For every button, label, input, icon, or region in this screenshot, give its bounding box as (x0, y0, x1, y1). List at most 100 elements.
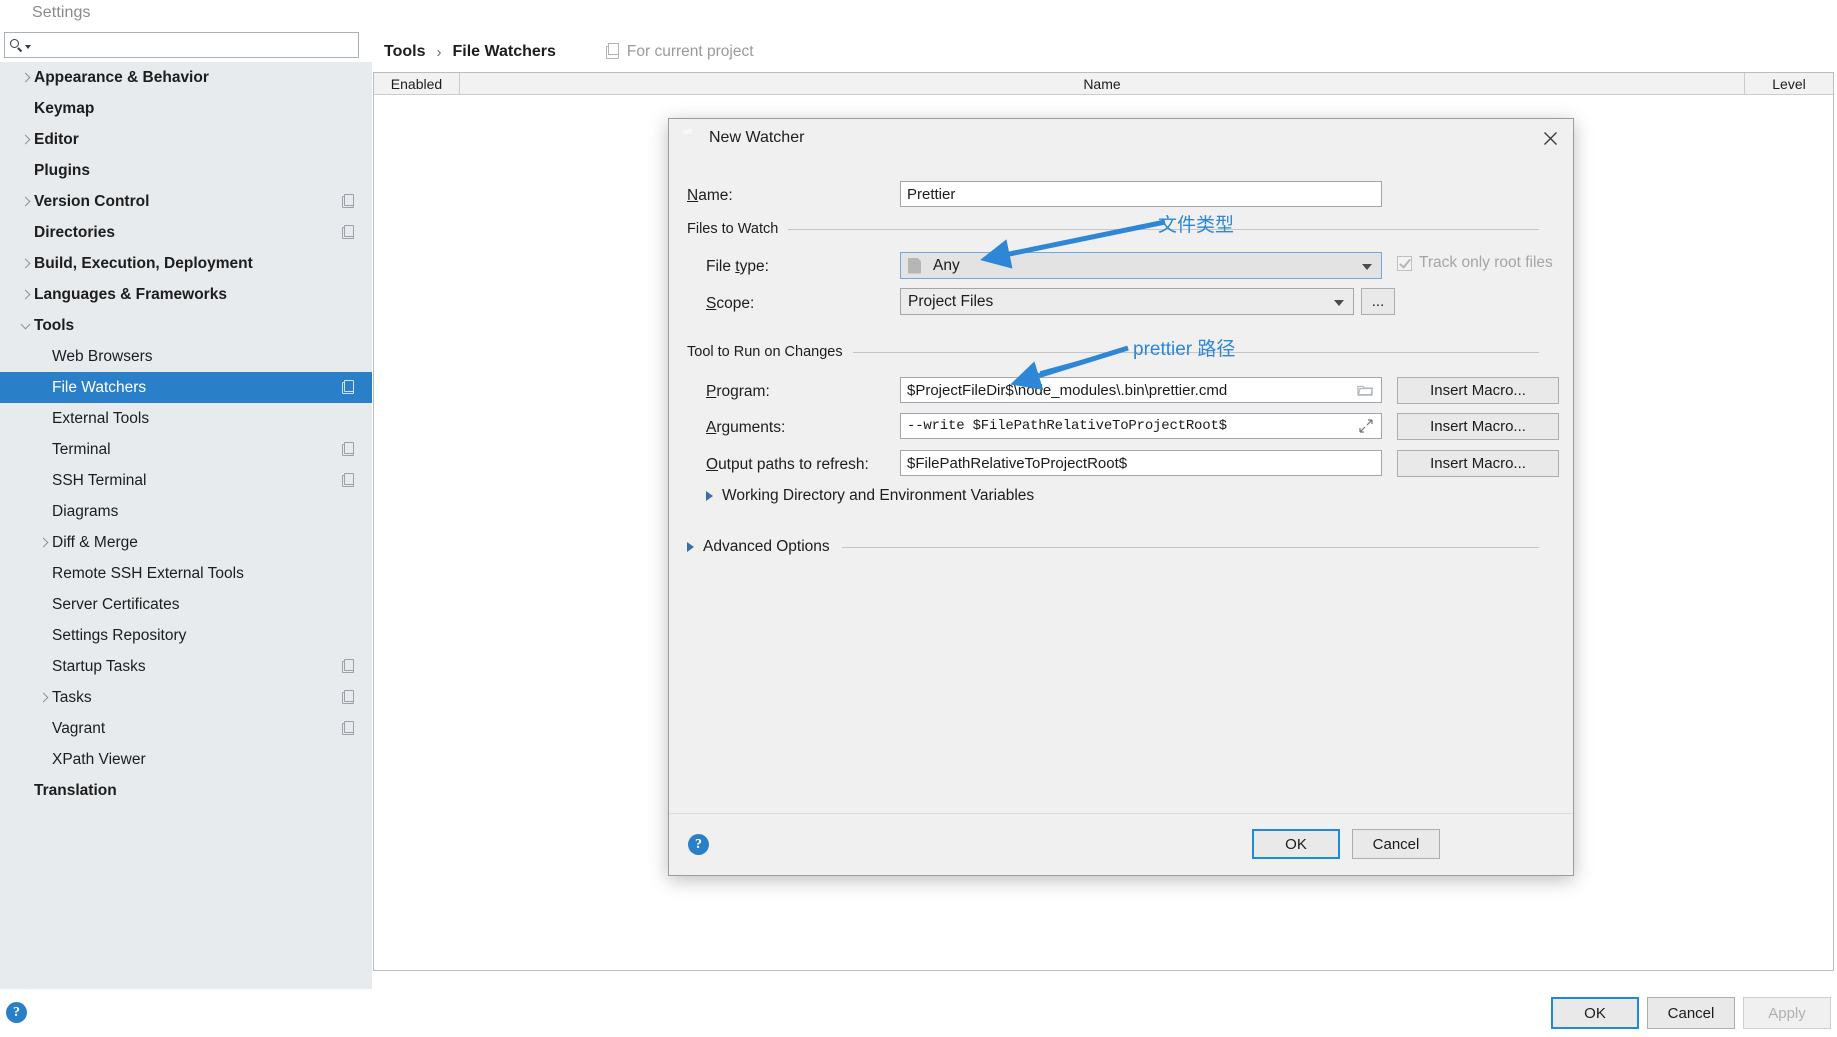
sidebar-item-label: Tasks (52, 689, 92, 707)
scope-browse-button[interactable]: ... (1361, 288, 1395, 315)
project-scope-icon (342, 475, 354, 487)
sidebar-item-server-certificates[interactable]: Server Certificates (0, 589, 372, 620)
sidebar-item-keymap[interactable]: Keymap (0, 93, 372, 124)
help-icon: ? (6, 1002, 27, 1023)
new-watcher-dialog: New Watcher Name: Prettier Files to Watc… (668, 118, 1574, 876)
sidebar-item-label: Web Browsers (52, 348, 153, 366)
track-only-root-files-checkbox: Track only root files (1397, 254, 1553, 272)
output-paths-label: Output paths to refresh: (706, 456, 869, 474)
advanced-options-section-toggle[interactable]: Advanced Options (687, 538, 1539, 556)
chevron-right-icon[interactable] (16, 198, 34, 205)
chevron-right-icon[interactable] (16, 260, 34, 267)
sidebar-item-label: Editor (34, 131, 79, 149)
sidebar-item-diff-merge[interactable]: Diff & Merge (0, 527, 372, 558)
sidebar-item-vagrant[interactable]: Vagrant (0, 713, 372, 744)
checkmark-icon (1397, 256, 1412, 271)
sidebar-item-file-watchers[interactable]: File Watchers (0, 372, 372, 403)
tool-to-run-group-header: Tool to Run on Changes (687, 344, 1539, 360)
close-icon[interactable] (1533, 123, 1567, 153)
sidebar-item-startup-tasks[interactable]: Startup Tasks (0, 651, 372, 682)
sidebar-item-label: Terminal (52, 441, 111, 459)
program-insert-macro-button[interactable]: Insert Macro... (1397, 377, 1559, 404)
sidebar-item-tasks[interactable]: Tasks (0, 682, 372, 713)
name-label-row: Name: (687, 183, 733, 209)
sidebar-item-directories[interactable]: Directories (0, 217, 372, 248)
settings-sidebar-tree[interactable]: Appearance & BehaviorKeymap Editor Plugins… (0, 62, 372, 989)
dialog-cancel-button[interactable]: Cancel (1352, 829, 1440, 859)
sidebar-item-appearance-behavior[interactable]: Appearance & Behavior (0, 62, 372, 93)
settings-window: Settings Appearance & BehaviorKeymap Edit… (0, 0, 1837, 1037)
sidebar-item-plugins[interactable]: Plugins (0, 155, 372, 186)
chevron-right-icon[interactable] (34, 539, 52, 546)
breadcrumb-current: File Watchers (452, 43, 555, 61)
folder-icon[interactable] (1357, 383, 1373, 397)
arguments-input[interactable]: --write $FilePathRelativeToProjectRoot$ (900, 413, 1382, 439)
webstorm-logo-icon (681, 129, 700, 148)
output-paths-insert-macro-button[interactable]: Insert Macro... (1397, 450, 1559, 477)
sidebar-item-ssh-terminal[interactable]: SSH Terminal (0, 465, 372, 496)
group-divider (842, 547, 1539, 548)
project-scope-icon (342, 196, 354, 208)
settings-search-box[interactable] (4, 32, 359, 58)
settings-ok-button[interactable]: OK (1551, 997, 1639, 1029)
search-row (0, 30, 365, 60)
files-to-watch-label: Files to Watch (687, 221, 788, 237)
sidebar-item-external-tools[interactable]: External Tools (0, 403, 372, 434)
chevron-right-icon[interactable] (16, 136, 34, 143)
dialog-help-button[interactable]: ? (688, 834, 709, 855)
scope-value: Project Files (908, 293, 993, 311)
table-header-row: Enabled Name Level (374, 73, 1833, 95)
working-directory-section-toggle[interactable]: Working Directory and Environment Variab… (706, 487, 1034, 505)
output-paths-input[interactable]: $FilePathRelativeToProjectRoot$ (900, 450, 1382, 476)
working-directory-section-label: Working Directory and Environment Variab… (722, 487, 1034, 505)
settings-action-buttons: OK Cancel Apply (1551, 997, 1831, 1029)
arguments-label-row: Arguments: (706, 415, 785, 441)
dialog-ok-button[interactable]: OK (1252, 829, 1340, 859)
sidebar-item-label: SSH Terminal (52, 472, 146, 490)
sidebar-item-translation[interactable]: Translation (0, 775, 372, 806)
sidebar-item-diagrams[interactable]: Diagrams (0, 496, 372, 527)
sidebar-item-label: Remote SSH External Tools (52, 565, 244, 583)
sidebar-item-terminal[interactable]: Terminal (0, 434, 372, 465)
settings-cancel-button[interactable]: Cancel (1647, 997, 1735, 1029)
column-header-enabled[interactable]: Enabled (374, 73, 460, 94)
project-scope-icon (342, 723, 354, 735)
search-input[interactable] (31, 34, 351, 56)
breadcrumb-parent[interactable]: Tools (384, 43, 425, 61)
sidebar-item-xpath-viewer[interactable]: XPath Viewer (0, 744, 372, 775)
file-type-label: File type: (706, 258, 769, 276)
window-title: Settings (32, 4, 91, 22)
sidebar-item-tools[interactable]: Tools (0, 310, 372, 341)
output-paths-label-row: Output paths to refresh: (706, 452, 869, 478)
sidebar-item-remote-ssh-external-tools[interactable]: Remote SSH External Tools (0, 558, 372, 589)
arguments-insert-macro-button[interactable]: Insert Macro... (1397, 413, 1559, 440)
settings-bottom-bar: ? OK Cancel Apply (0, 989, 1837, 1037)
chevron-down-icon (1362, 264, 1372, 270)
settings-help-button[interactable]: ? (6, 1002, 27, 1023)
chevron-right-icon[interactable] (16, 291, 34, 298)
column-header-level[interactable]: Level (1745, 73, 1833, 94)
annotation-prettier-path: prettier 路径 (1133, 334, 1235, 361)
sidebar-item-languages-frameworks[interactable]: Languages & Frameworks (0, 279, 372, 310)
sidebar-item-settings-repository[interactable]: Settings Repository (0, 620, 372, 651)
help-icon: ? (688, 834, 709, 855)
chevron-down-icon[interactable] (16, 324, 34, 328)
sidebar-item-label: Tools (34, 317, 74, 335)
sidebar-item-build-execution-deployment[interactable]: Build, Execution, Deployment (0, 248, 372, 279)
track-only-root-files-label: Track only root files (1419, 254, 1553, 272)
sidebar-item-version-control[interactable]: Version Control (0, 186, 372, 217)
scope-label-row: Scope: (706, 291, 754, 317)
chevron-right-icon[interactable] (34, 694, 52, 701)
chevron-right-icon[interactable] (16, 74, 34, 81)
expand-editor-icon[interactable] (1359, 419, 1373, 433)
program-input[interactable]: $ProjectFileDir$\node_modules\.bin\prett… (900, 377, 1382, 403)
dialog-body: Name: Prettier Files to Watch File type:… (669, 157, 1573, 813)
scope-combobox[interactable]: Project Files (900, 288, 1354, 315)
search-icon (10, 39, 23, 52)
name-input[interactable]: Prettier (900, 181, 1382, 207)
chevron-right-icon (706, 491, 713, 501)
sidebar-item-web-browsers[interactable]: Web Browsers (0, 341, 372, 372)
sidebar-item-editor[interactable]: Editor (0, 124, 372, 155)
column-header-name[interactable]: Name (460, 73, 1745, 94)
file-type-combobox[interactable]: Any (900, 252, 1382, 279)
